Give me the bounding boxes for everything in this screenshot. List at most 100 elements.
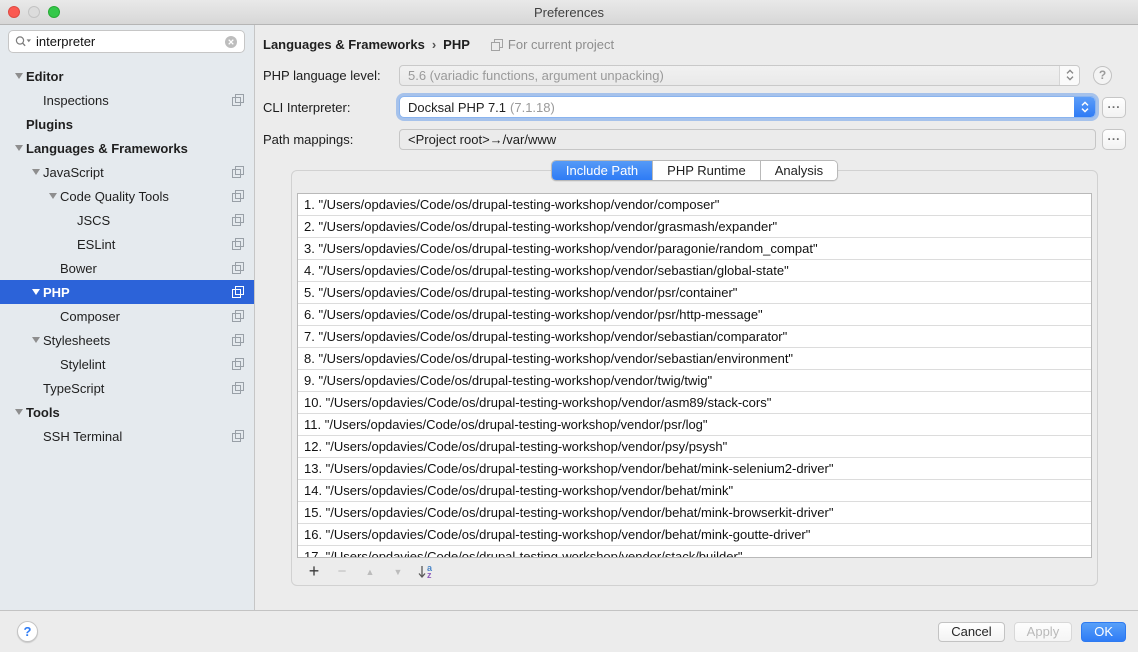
sort-letters: a z <box>427 565 432 579</box>
tab-include-path[interactable]: Include Path <box>552 161 653 180</box>
edit-path-mappings-button[interactable]: ... <box>1102 129 1126 150</box>
clear-search-icon[interactable] <box>224 35 238 49</box>
tab-php-runtime[interactable]: PHP Runtime <box>653 161 761 180</box>
apply-button[interactable]: Apply <box>1014 622 1073 642</box>
window-title: Preferences <box>534 5 604 20</box>
tab-analysis[interactable]: Analysis <box>761 161 837 180</box>
include-path-groupbox: 1. "/Users/opdavies/Code/os/drupal-testi… <box>291 170 1098 586</box>
sidebar-item-typescript[interactable]: TypeScript <box>0 376 254 400</box>
include-path-row[interactable]: 17. "/Users/opdavies/Code/os/drupal-test… <box>298 546 1091 558</box>
sidebar-item-bower[interactable]: Bower <box>0 256 254 280</box>
search-area <box>0 25 254 55</box>
search-icon[interactable] <box>15 35 32 48</box>
language-level-select[interactable]: 5.6 (variadic functions, argument unpack… <box>399 65 1080 86</box>
context-help-icon[interactable]: ? <box>1093 66 1112 85</box>
scope-label: For current project <box>508 37 614 52</box>
expand-arrow-icon[interactable] <box>46 193 60 199</box>
cli-interpreter-select[interactable]: Docksal PHP 7.1 (7.1.18) <box>399 96 1096 118</box>
include-path-row[interactable]: 9. "/Users/opdavies/Code/os/drupal-testi… <box>298 370 1091 392</box>
sidebar-item-label: Code Quality Tools <box>60 189 169 204</box>
cli-interpreter-version: (7.1.18) <box>510 100 555 115</box>
minimize-window-button[interactable] <box>28 6 40 18</box>
window-controls <box>8 0 60 24</box>
per-project-settings-icon <box>232 382 244 394</box>
sidebar-item-inspections[interactable]: Inspections <box>0 88 254 112</box>
include-path-row[interactable]: 3. "/Users/opdavies/Code/os/drupal-testi… <box>298 238 1091 260</box>
include-path-row[interactable]: 10. "/Users/opdavies/Code/os/drupal-test… <box>298 392 1091 414</box>
per-project-settings-icon <box>232 358 244 370</box>
include-path-row[interactable]: 7. "/Users/opdavies/Code/os/drupal-testi… <box>298 326 1091 348</box>
move-up-button[interactable]: ▲ <box>362 563 378 581</box>
add-path-button[interactable]: + <box>306 563 322 581</box>
help-button[interactable]: ? <box>17 621 38 642</box>
sidebar-item-php[interactable]: PHP <box>0 280 254 304</box>
sidebar-item-languages-frameworks[interactable]: Languages & Frameworks <box>0 136 254 160</box>
include-path-row[interactable]: 16. "/Users/opdavies/Code/os/drupal-test… <box>298 524 1091 546</box>
include-path-row[interactable]: 12. "/Users/opdavies/Code/os/drupal-test… <box>298 436 1091 458</box>
footer-buttons: Cancel Apply OK <box>938 622 1126 642</box>
include-path-row[interactable]: 15. "/Users/opdavies/Code/os/drupal-test… <box>298 502 1091 524</box>
select-stepper-icon[interactable] <box>1074 97 1095 117</box>
cli-interpreter-row: CLI Interpreter: Docksal PHP 7.1 (7.1.18… <box>263 96 1126 118</box>
select-stepper-icon[interactable] <box>1059 66 1079 85</box>
breadcrumb-page: PHP <box>443 37 470 52</box>
expand-arrow-icon[interactable] <box>12 409 26 415</box>
sidebar-item-label: PHP <box>43 285 70 300</box>
expand-arrow-icon[interactable] <box>29 289 43 295</box>
include-path-row[interactable]: 8. "/Users/opdavies/Code/os/drupal-testi… <box>298 348 1091 370</box>
sidebar-item-jscs[interactable]: JSCS <box>0 208 254 232</box>
zoom-window-button[interactable] <box>48 6 60 18</box>
sidebar-item-ssh-terminal[interactable]: SSH Terminal <box>0 424 254 448</box>
remove-path-button[interactable]: − <box>334 563 350 581</box>
per-project-settings-icon <box>232 286 244 298</box>
include-path-row[interactable]: 14. "/Users/opdavies/Code/os/drupal-test… <box>298 480 1091 502</box>
sidebar-item-label: Stylesheets <box>43 333 110 348</box>
sidebar-item-label: Bower <box>60 261 97 276</box>
sidebar-item-label: Inspections <box>43 93 109 108</box>
include-path-row[interactable]: 13. "/Users/opdavies/Code/os/drupal-test… <box>298 458 1091 480</box>
include-path-row[interactable]: 4. "/Users/opdavies/Code/os/drupal-testi… <box>298 260 1091 282</box>
cancel-button[interactable]: Cancel <box>938 622 1004 642</box>
preferences-window: Preferences EditorInspectionsPluginsLang… <box>0 0 1138 652</box>
expand-arrow-icon[interactable] <box>29 169 43 175</box>
include-path-row[interactable]: 6. "/Users/opdavies/Code/os/drupal-testi… <box>298 304 1091 326</box>
sidebar-item-eslint[interactable]: ESLint <box>0 232 254 256</box>
sidebar-item-composer[interactable]: Composer <box>0 304 254 328</box>
language-level-row: PHP language level: 5.6 (variadic functi… <box>263 64 1126 86</box>
sidebar-item-tools[interactable]: Tools <box>0 400 254 424</box>
browse-interpreters-button[interactable]: ... <box>1102 97 1126 118</box>
sidebar-item-label: Stylelint <box>60 357 106 372</box>
path-mappings-label: Path mappings: <box>263 132 399 147</box>
expand-arrow-icon[interactable] <box>29 337 43 343</box>
include-path-row[interactable]: 1. "/Users/opdavies/Code/os/drupal-testi… <box>298 194 1091 216</box>
sort-alphabetically-button[interactable]: a z <box>418 563 432 581</box>
path-mappings-field[interactable]: <Project root>→/var/www <box>399 129 1096 150</box>
search-input[interactable] <box>32 34 224 49</box>
breadcrumb-separator-icon: › <box>432 37 436 52</box>
include-path-row[interactable]: 5. "/Users/opdavies/Code/os/drupal-testi… <box>298 282 1091 304</box>
php-settings-panel: Languages & Frameworks › PHP For current… <box>255 25 1138 610</box>
sidebar-item-plugins[interactable]: Plugins <box>0 112 254 136</box>
language-level-value: 5.6 (variadic functions, argument unpack… <box>408 68 664 83</box>
sidebar-item-label: TypeScript <box>43 381 104 396</box>
include-path-row[interactable]: 11. "/Users/opdavies/Code/os/drupal-test… <box>298 414 1091 436</box>
php-tabs: Include PathPHP RuntimeAnalysis <box>551 160 838 181</box>
per-project-settings-icon <box>232 94 244 106</box>
expand-arrow-icon[interactable] <box>12 145 26 151</box>
sidebar-item-stylesheets[interactable]: Stylesheets <box>0 328 254 352</box>
close-window-button[interactable] <box>8 6 20 18</box>
move-down-button[interactable]: ▼ <box>390 563 406 581</box>
expand-arrow-icon[interactable] <box>12 73 26 79</box>
breadcrumb-section[interactable]: Languages & Frameworks <box>263 37 425 52</box>
sidebar-item-code-quality-tools[interactable]: Code Quality Tools <box>0 184 254 208</box>
sidebar-item-javascript[interactable]: JavaScript <box>0 160 254 184</box>
sidebar-item-editor[interactable]: Editor <box>0 64 254 88</box>
per-project-settings-icon <box>232 214 244 226</box>
include-path-row[interactable]: 2. "/Users/opdavies/Code/os/drupal-testi… <box>298 216 1091 238</box>
per-project-settings-icon <box>232 334 244 346</box>
dialog-footer: ? Cancel Apply OK <box>0 610 1138 652</box>
sidebar-item-stylelint[interactable]: Stylelint <box>0 352 254 376</box>
cli-interpreter-label: CLI Interpreter: <box>263 100 399 115</box>
search-field[interactable] <box>8 30 245 53</box>
ok-button[interactable]: OK <box>1081 622 1126 642</box>
